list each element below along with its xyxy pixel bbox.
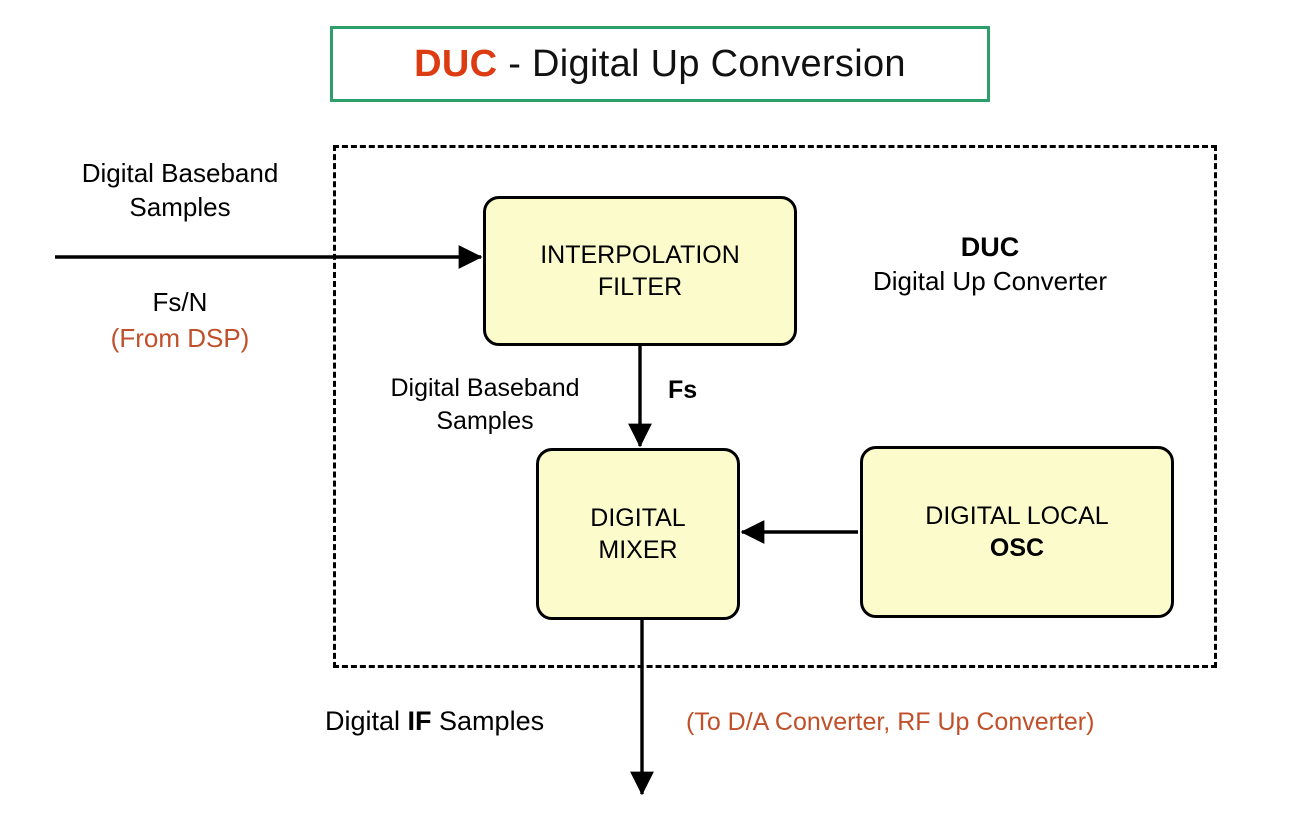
block-digital-mixer[interactable]: DIGITAL MIXER [536, 448, 740, 620]
label-mid-baseband-line2: Samples [436, 406, 534, 435]
label-input-baseband-samples: Digital Baseband Samples [35, 157, 325, 225]
block-interpolation-filter-line1: INTERPOLATION [540, 241, 740, 269]
label-input-sample-rate: Fs/N [152, 287, 208, 317]
title-rest-text: Digital Up Conversion [532, 43, 906, 85]
title-separator: - [497, 43, 533, 85]
block-digital-local-osc[interactable]: DIGITAL LOCAL OSC [860, 446, 1174, 618]
label-duc-annotation: DUC Digital Up Converter [830, 230, 1150, 299]
label-mid-baseband-samples: Digital Baseband Samples [360, 372, 610, 437]
label-input-source-note: (From DSP) [110, 323, 250, 353]
block-interpolation-filter-line2: FILTER [597, 273, 683, 301]
block-digital-local-osc-line1: DIGITAL LOCAL [925, 502, 1109, 530]
label-mid-baseband-line1: Digital Baseband [390, 374, 580, 402]
label-output-if-samples: Digital IF Samples [325, 704, 544, 739]
label-output-suffix: Samples [431, 706, 545, 736]
block-digital-mixer-line1: DIGITAL [590, 504, 686, 532]
diagram-canvas: DUC - Digital Up Conversion INTERPOLATIO… [0, 0, 1289, 824]
title-accent-text: DUC [414, 43, 498, 85]
page-title: DUC - Digital Up Conversion [414, 45, 906, 83]
diagram-title-box: DUC - Digital Up Conversion [330, 26, 990, 102]
label-duc-abbreviation: DUC [960, 232, 1020, 262]
label-output-prefix: Digital [325, 706, 408, 736]
block-digital-mixer-line2: MIXER [598, 536, 678, 564]
label-interpolated-sample-rate: Fs [668, 376, 698, 404]
block-digital-local-osc-line2: OSC [989, 534, 1045, 562]
block-interpolation-filter[interactable]: INTERPOLATION FILTER [483, 196, 797, 346]
label-duc-full-name: Digital Up Converter [872, 266, 1108, 297]
label-output-destination-note: (To D/A Converter, RF Up Converter) [686, 708, 1095, 736]
label-input-baseband-line1: Digital Baseband [81, 158, 279, 188]
label-output-if-emphasis: IF [407, 706, 432, 736]
label-input-baseband-line2: Samples [129, 191, 231, 222]
